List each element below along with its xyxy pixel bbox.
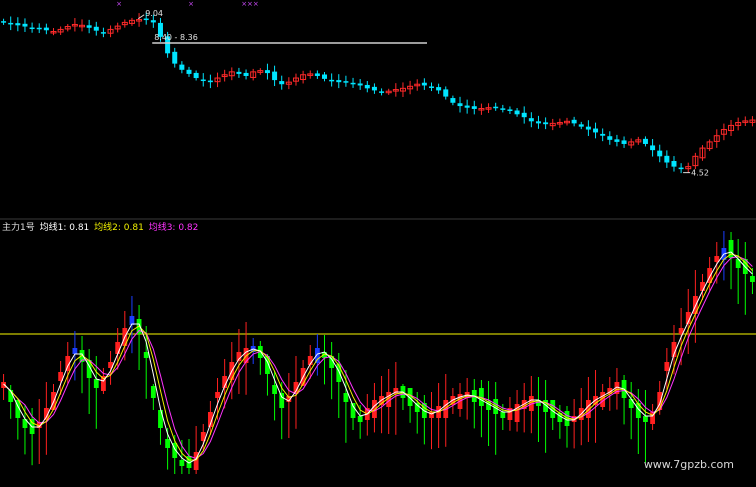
high-label: 9.04 [145,9,163,18]
legend-ma3: 均线3: 0.82 [148,223,199,233]
price-candle [607,136,613,140]
price-candle [585,126,591,130]
price-candle [322,74,328,79]
price-candle [172,51,178,64]
oscillator-bar [72,348,78,354]
oscillator-bar [115,342,121,354]
price-candle [329,79,335,82]
price-candle [8,22,14,25]
oscillator-bar [93,379,99,388]
price-candle [43,27,49,31]
oscillator-bar [628,399,634,408]
price-candle [593,128,599,133]
oscillator-bar [750,276,755,282]
price-candle [650,145,656,151]
legend-ma2: 均线2: 0.81 [94,223,144,233]
legend-indicator-name: 主力1号 [2,223,35,233]
price-candle [343,81,349,83]
price-candle [457,103,463,107]
price-candle [179,64,185,70]
price-candle [243,72,249,76]
oscillator-bar [664,362,670,371]
price-candle [100,32,106,34]
oscillator-bar [150,386,156,398]
price-candle [364,84,370,89]
oscillator-bar [357,416,363,422]
price-candle [15,23,21,26]
price-candle [600,133,606,136]
price-candle [664,155,670,163]
price-candle [571,119,577,124]
oscillator-bar [700,282,705,291]
signal-marker: × [116,0,122,8]
chart-background [0,0,756,487]
price-candle [200,79,206,82]
price-candle [500,108,506,110]
price-candle [464,105,470,108]
price-candle [1,21,7,23]
price-candle [379,91,385,93]
oscillator-bar [272,385,277,394]
oscillator-bar [179,460,185,466]
price-candle [22,23,28,27]
price-candle [207,80,213,83]
price-candle [264,70,270,74]
price-candle [436,87,442,91]
price-candle [36,27,42,30]
signal-marker: × [188,0,194,8]
oscillator-bar [143,352,149,358]
price-candle [93,26,99,31]
price-candle [86,25,92,28]
oscillator-bar [158,410,163,428]
oscillator-bar [314,348,320,363]
price-candle [371,86,377,91]
price-candle [350,82,356,85]
price-candle [186,69,192,74]
price-candle [471,106,477,109]
price-candle [357,83,363,86]
oscillator-bar [215,392,220,398]
price-candle [314,73,320,76]
price-candle [514,110,520,115]
oscillator-bar [336,364,342,382]
price-candle [443,89,449,97]
oscillator-legend: 主力1号 均线1: 0.81 均线2: 0.81 均线3: 0.82 [2,220,200,233]
watermark: www.7gpzb.com [643,458,734,471]
price-candle [521,112,527,118]
price-candle [150,20,156,23]
price-candle [528,118,534,122]
price-candle [614,139,620,142]
price-candle [507,109,513,111]
price-candle [642,138,648,144]
price-candle [621,140,627,144]
oscillator-bar [643,416,648,422]
price-candle [657,150,663,157]
oscillator-bar [343,393,349,402]
oscillator-bar [165,439,171,448]
price-candle [428,86,434,88]
low-label: 4.52 [691,169,709,178]
price-candle [236,71,242,74]
range-label: 8.40 - 8.36 [154,33,198,42]
price-candle [450,98,456,103]
price-candle [29,27,35,30]
price-candle [279,81,285,85]
price-candle [578,124,584,127]
oscillator-bar [500,412,506,418]
price-candle [493,106,499,109]
price-candle [543,122,549,125]
chart-canvas: 9.048.40 - 8.364.52× × ××× [0,0,756,487]
price-candle [678,167,684,170]
price-candle [336,80,342,83]
oscillator-bar [279,393,285,408]
price-candle [193,72,199,79]
price-candle [671,161,677,167]
signal-marker: ××× [241,0,259,8]
legend-ma1: 均线1: 0.81 [39,223,90,233]
price-candle [535,121,541,124]
price-candle [272,71,278,81]
price-candle [143,18,149,21]
price-candle [421,82,427,86]
